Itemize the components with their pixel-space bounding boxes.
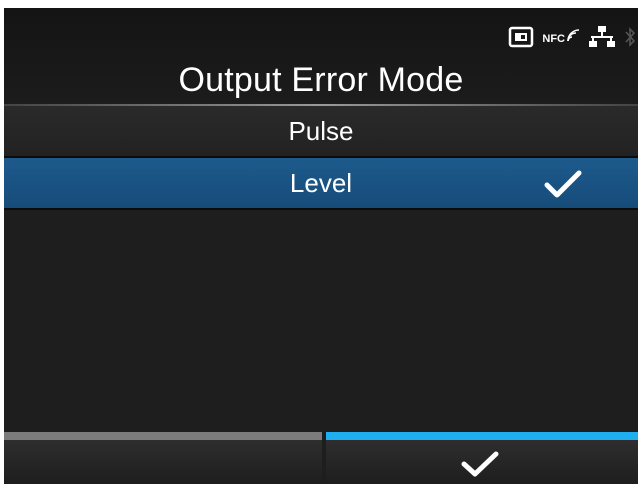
option-label: Pulse xyxy=(288,116,354,146)
nfc-label: NFC xyxy=(542,33,565,45)
option-pulse[interactable]: Pulse xyxy=(4,106,638,158)
confirm-softkey[interactable] xyxy=(326,432,638,484)
check-icon xyxy=(544,170,582,198)
option-label: Level xyxy=(289,168,353,198)
softkey-bar xyxy=(4,432,638,484)
nfc-waves-icon xyxy=(567,29,580,42)
left-softkey[interactable] xyxy=(4,432,322,484)
nfc-icon: NFC xyxy=(542,29,580,45)
sd-card-icon xyxy=(509,26,534,48)
empty-area xyxy=(4,210,638,432)
checkmark-icon xyxy=(461,451,499,477)
option-list: Pulse Level xyxy=(4,106,638,210)
option-level[interactable]: Level xyxy=(4,158,638,210)
header: NFC Output Error Mode xyxy=(4,8,638,106)
bluetooth-icon xyxy=(625,27,636,47)
status-icons: NFC xyxy=(508,22,636,52)
lan-icon xyxy=(589,26,615,47)
page-title: Output Error Mode xyxy=(178,61,464,99)
printer-screen: NFC Output Error Mode Pulse Level xyxy=(4,8,638,484)
